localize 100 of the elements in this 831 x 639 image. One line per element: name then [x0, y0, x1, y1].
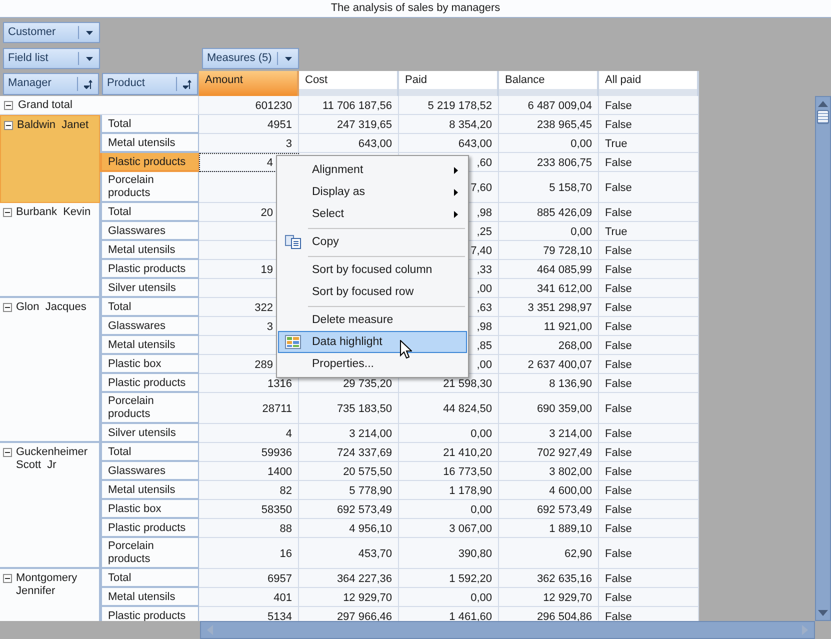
copy-icon — [285, 235, 301, 249]
manager-name: Montgomery Jennifer — [16, 572, 78, 598]
product-header-cell[interactable]: Metal utensils — [100, 336, 199, 355]
scroll-up-icon[interactable] — [818, 101, 828, 107]
sort-icon — [84, 80, 92, 88]
row-header-cell[interactable]: Glon Jacques — [0, 298, 100, 443]
collapse-icon[interactable] — [3, 448, 12, 457]
table-cell: 88 — [199, 519, 299, 538]
vertical-scrollbar[interactable] — [815, 96, 831, 621]
row-header-cell[interactable]: Baldwin Janet — [0, 115, 100, 203]
row-header-cell[interactable]: Guckenheimer Scott Jr — [0, 443, 100, 569]
product-header-cell[interactable]: Metal utensils — [100, 134, 199, 153]
table-highlight-icon — [285, 335, 301, 349]
product-header-cell[interactable]: Porcelain products — [100, 172, 199, 203]
table-cell: False — [599, 96, 699, 115]
caret-icon — [284, 56, 292, 60]
table-cell: 4 — [199, 424, 299, 443]
product-header-cell[interactable]: Plastic box — [100, 355, 199, 374]
table-cell: 4 600,00 — [499, 481, 599, 500]
table-cell: 11 921,00 — [499, 317, 599, 336]
column-header[interactable]: Balance — [499, 71, 599, 96]
table-cell: 62,90 — [499, 538, 599, 569]
column-header[interactable]: All paid — [599, 71, 699, 96]
menu-item-label: Select — [312, 208, 344, 220]
product-header-cell[interactable]: Silver utensils — [100, 424, 199, 443]
row-header-cell[interactable]: Montgomery Jennifer — [0, 569, 100, 621]
row-field-button[interactable]: Product — [102, 73, 198, 95]
filter-field-button[interactable]: Customer — [3, 22, 100, 43]
table-cell: 6 487 009,04 — [499, 96, 599, 115]
table-cell: 8 136,90 — [499, 374, 599, 393]
menu-item-label: Display as — [312, 186, 366, 198]
table-cell: 16 773,50 — [399, 462, 499, 481]
product-header-cell[interactable]: Glasswares — [100, 462, 199, 481]
menu-item-label: Data highlight — [312, 336, 382, 348]
product-header-cell[interactable]: Plastic products — [100, 260, 199, 279]
table-cell: 6957 — [199, 569, 299, 588]
product-header-cell[interactable]: Total — [100, 203, 199, 222]
product-header-cell[interactable]: Total — [100, 569, 199, 588]
table-cell: False — [599, 317, 699, 336]
product-header-cell[interactable]: Metal utensils — [100, 481, 199, 500]
table-cell: 364 227,36 — [299, 569, 399, 588]
column-header[interactable]: Paid — [399, 71, 499, 96]
scrollbar-thumb[interactable] — [817, 110, 829, 124]
collapse-icon[interactable] — [3, 574, 12, 583]
table-cell: 2 637 400,07 — [499, 355, 599, 374]
column-header[interactable]: Amount — [199, 71, 299, 96]
table-cell: True — [599, 134, 699, 153]
product-header-cell[interactable]: Plastic products — [100, 519, 199, 538]
menu-item-label: Delete measure — [312, 314, 394, 326]
table-cell: 238 965,45 — [499, 115, 599, 134]
product-header-cell[interactable]: Plastic products — [100, 153, 199, 172]
product-header-cell[interactable]: Total — [100, 115, 199, 134]
table-cell: False — [599, 462, 699, 481]
table-cell: 3 067,00 — [399, 519, 499, 538]
table-cell: False — [599, 355, 699, 374]
product-header-cell[interactable]: Plastic products — [100, 607, 199, 621]
manager-name: Baldwin Janet — [17, 119, 89, 132]
product-header-cell[interactable]: Plastic products — [100, 374, 199, 393]
product-header-cell[interactable]: Metal utensils — [100, 241, 199, 260]
product-header-cell[interactable]: Silver utensils — [100, 279, 199, 298]
submenu-arrow-icon — [454, 189, 458, 196]
product-header-cell[interactable]: Plastic box — [100, 500, 199, 519]
table-cell: 0,00 — [499, 134, 599, 153]
table-cell: 28711 — [199, 393, 299, 424]
product-header-cell[interactable]: Total — [100, 443, 199, 462]
product-header-cell[interactable]: Glasswares — [100, 222, 199, 241]
table-cell: 233 806,75 — [499, 153, 599, 172]
table-cell: 690 359,00 — [499, 393, 599, 424]
table-cell: 247 319,65 — [299, 115, 399, 134]
table-cell: 341 612,00 — [499, 279, 599, 298]
table-cell: 735 183,50 — [299, 393, 399, 424]
product-header-cell[interactable]: Glasswares — [100, 317, 199, 336]
measures-button[interactable]: Measures (5) — [202, 48, 299, 69]
table-cell: False — [599, 279, 699, 298]
product-header-cell[interactable]: Metal utensils — [100, 588, 199, 607]
collapse-icon[interactable] — [4, 100, 13, 110]
scroll-down-icon[interactable] — [818, 610, 828, 616]
row-field-button[interactable]: Manager — [3, 73, 99, 95]
menu-item[interactable]: Data highlight — [278, 331, 467, 353]
table-cell: 20 575,50 — [299, 462, 399, 481]
table-cell: False — [599, 374, 699, 393]
field-list-button[interactable]: Field list — [3, 48, 100, 69]
menu-item-label: Copy — [312, 236, 339, 248]
table-cell: 5 219 178,52 — [399, 96, 499, 115]
row-header-cell[interactable]: Burbank Kevin — [0, 203, 100, 298]
product-header-cell[interactable]: Porcelain products — [100, 538, 199, 569]
table-cell: 44 824,50 — [399, 393, 499, 424]
table-cell: 12 929,70 — [499, 588, 599, 607]
table-cell: False — [599, 298, 699, 317]
report-title: The analysis of sales by managers — [0, 0, 831, 18]
collapse-icon[interactable] — [4, 121, 13, 130]
table-cell: 79 728,10 — [499, 241, 599, 260]
sort-icon — [182, 80, 192, 88]
collapse-icon[interactable] — [3, 208, 12, 217]
product-header-cell[interactable]: Total — [100, 298, 199, 317]
table-cell: 643,00 — [399, 134, 499, 153]
collapse-icon[interactable] — [3, 303, 12, 312]
product-header-cell[interactable]: Porcelain products — [100, 393, 199, 424]
menu-item-label: Alignment — [312, 164, 364, 176]
column-header[interactable]: Cost — [299, 71, 399, 96]
